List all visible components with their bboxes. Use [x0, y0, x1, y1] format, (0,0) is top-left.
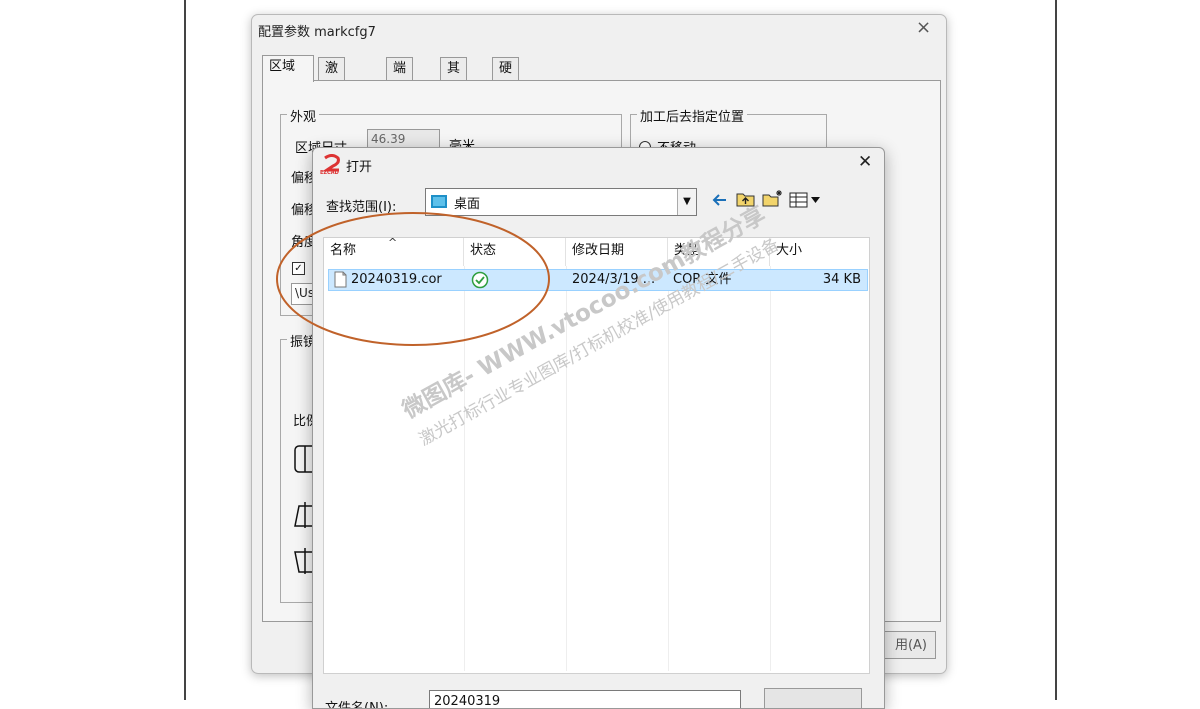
tab-hardware-info[interactable]: 硬件信息	[492, 57, 520, 142]
tab-area[interactable]: 区域	[262, 55, 314, 82]
config-close-button[interactable]: ×	[916, 17, 931, 38]
after-process-label: 加工后去指定位置	[637, 106, 748, 125]
column-header-size[interactable]: 大小	[770, 238, 869, 266]
ezcad-logo-text: EZCAD	[320, 170, 339, 176]
filename-label: 文件名(N):	[325, 701, 389, 709]
open-close-button[interactable]: ✕	[858, 152, 872, 172]
open-button[interactable]	[764, 688, 862, 708]
tab-other[interactable]: 其它	[440, 57, 468, 98]
background-border-right	[1055, 0, 1057, 700]
appearance-group-label: 外观	[287, 106, 320, 125]
tab-laser-control[interactable]: 激光控制	[318, 57, 346, 142]
config-dialog-title: 配置参数 markcfg7	[258, 25, 376, 40]
chevron-down-icon[interactable]: ▼	[677, 189, 696, 215]
new-folder-icon[interactable]	[762, 189, 784, 208]
file-size: 34 KB	[822, 272, 861, 287]
column-separator	[770, 266, 771, 671]
tab-port[interactable]: 端口	[386, 57, 414, 98]
open-dialog-title: 打开	[346, 160, 373, 175]
view-menu-icon[interactable]	[789, 192, 821, 208]
column-separator	[668, 266, 669, 671]
back-arrow-icon[interactable]	[711, 191, 729, 209]
background-border-left	[184, 0, 186, 700]
